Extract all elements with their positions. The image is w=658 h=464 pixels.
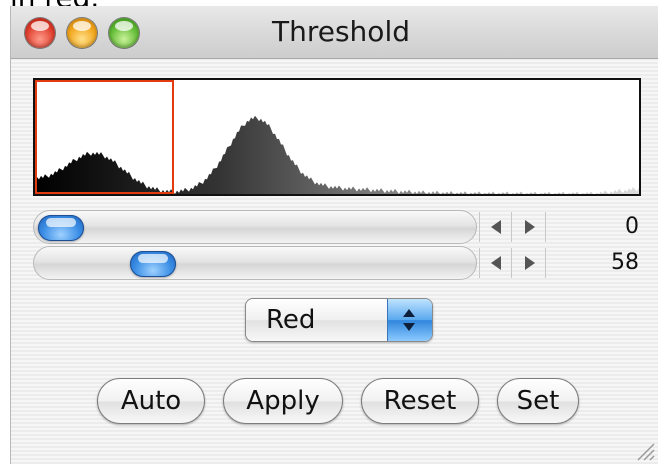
threshold-window: Threshold 0 58 Red Auto Apply Reset Set: [10, 6, 658, 464]
color-mode-selected: Red: [266, 305, 316, 335]
minimize-icon[interactable]: [67, 18, 97, 48]
slider-thumb[interactable]: [130, 251, 176, 277]
close-icon[interactable]: [25, 18, 55, 48]
color-mode-popup[interactable]: Red: [245, 298, 433, 342]
auto-button[interactable]: Auto: [97, 378, 205, 424]
slider-thumb[interactable]: [38, 215, 84, 241]
arrow-left-icon[interactable]: [480, 248, 512, 278]
apply-button[interactable]: Apply: [223, 378, 343, 424]
title-bar[interactable]: Threshold: [11, 6, 658, 59]
arrow-right-icon[interactable]: [514, 248, 546, 278]
slider-track[interactable]: [33, 246, 477, 280]
slider-arrows: [479, 212, 546, 242]
histogram: [33, 78, 641, 196]
set-button[interactable]: Set: [497, 378, 579, 424]
zoom-icon[interactable]: [109, 18, 139, 48]
slider-track[interactable]: [33, 210, 477, 244]
histogram-plot: [35, 80, 639, 194]
min-threshold-value: 0: [625, 214, 639, 239]
max-threshold-slider[interactable]: 58: [33, 246, 643, 280]
histogram-distribution: [35, 115, 639, 194]
popup-arrows-icon[interactable]: [387, 299, 432, 341]
slider-arrows: [479, 248, 546, 278]
arrow-left-icon[interactable]: [480, 212, 512, 242]
min-threshold-slider[interactable]: 0: [33, 210, 643, 244]
reset-button[interactable]: Reset: [361, 378, 479, 424]
arrow-right-icon[interactable]: [514, 212, 546, 242]
resize-grip-icon[interactable]: [634, 440, 656, 462]
window-title: Threshold: [272, 15, 410, 48]
max-threshold-value: 58: [611, 250, 639, 275]
